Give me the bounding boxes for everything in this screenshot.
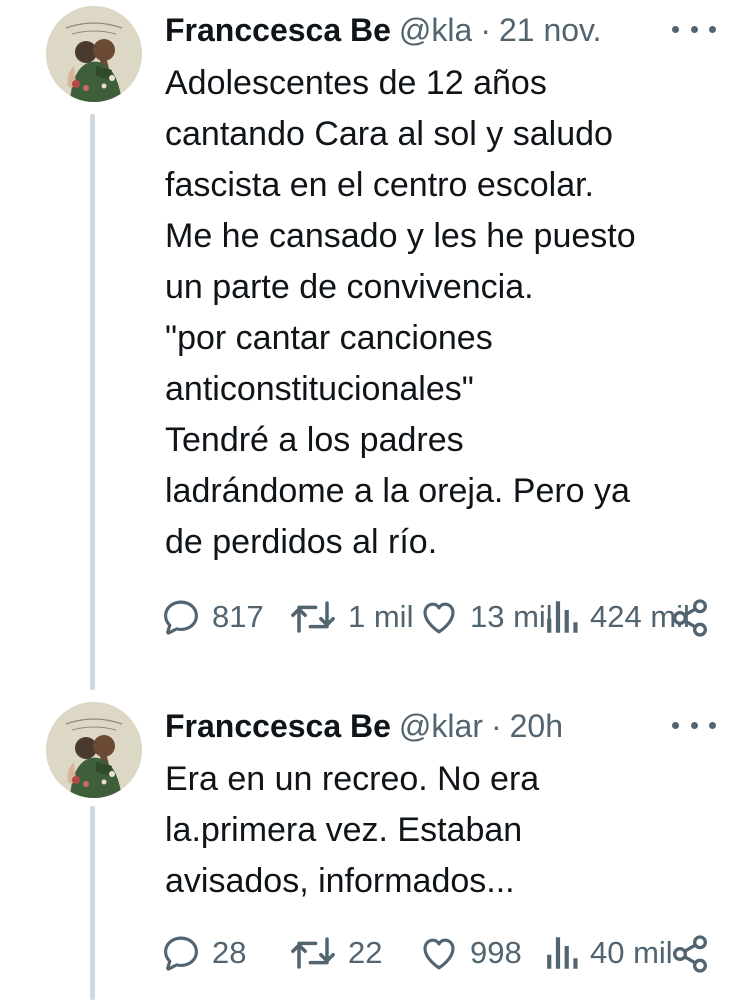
reply-count: 28 [212,935,247,970]
reply-button[interactable]: 28 [160,928,246,978]
views-icon [547,937,578,969]
avatar[interactable] [46,702,142,798]
retweet-button[interactable]: 1 mil [288,592,413,642]
retweet-icon [291,937,335,969]
thread-line [90,806,95,1000]
like-count: 13 mil [470,599,553,634]
tweet-text: Era en un recreo. No era la.primera vez.… [165,760,540,900]
like-button[interactable]: 998 [418,928,522,978]
retweet-icon [291,601,335,633]
retweet-button[interactable]: 22 [288,928,382,978]
author-name[interactable]: Franccesca Be [165,12,391,49]
author-handle[interactable]: @kla [399,12,472,49]
avatar[interactable] [46,6,142,102]
author-name[interactable]: Franccesca Be [165,708,391,745]
share-button[interactable] [670,934,710,982]
tweet-text: Adolescentes de 12 años cantando Cara al… [165,64,636,561]
author-handle[interactable]: @klar [399,708,483,745]
views-button[interactable]: 40 mil [544,928,673,978]
reply-count: 817 [212,599,264,634]
share-button[interactable] [670,598,710,646]
tweet-header: Franccesca Be @klar · 20h [165,704,716,748]
tweet-header: Franccesca Be @kla · 21 nov. [165,8,716,52]
like-count: 998 [470,935,522,970]
views-count: 40 mil [590,935,673,970]
tweet-timestamp[interactable]: 20h [510,708,563,745]
reply-icon [164,600,198,635]
avatar-illustration [46,6,142,102]
more-icon[interactable] [672,14,716,44]
separator-dot: · [490,707,502,744]
tweet-timestamp[interactable]: 21 nov. [499,12,602,49]
views-button[interactable]: 424 mil [544,592,690,642]
tweet[interactable]: Franccesca Be @kla · 21 nov. Adolescente… [0,0,756,690]
reply-button[interactable]: 817 [160,592,264,642]
action-bar: 817 1 mil 13 mil 424 mil [160,592,720,642]
avatar-illustration [46,702,142,798]
heart-icon [423,938,455,970]
tweet[interactable]: Franccesca Be @klar · 20h Era en un recr… [0,690,756,1000]
share-icon [672,935,708,973]
retweet-count: 1 mil [348,599,414,634]
action-bar: 28 22 998 40 mil [160,928,720,978]
thread-line [90,114,95,690]
separator-dot: · [480,11,491,48]
share-icon [672,599,708,637]
more-icon[interactable] [672,710,716,740]
reply-icon [164,936,198,971]
views-icon [547,601,578,633]
retweet-count: 22 [348,935,383,970]
heart-icon [423,602,455,634]
like-button[interactable]: 13 mil [418,592,553,642]
